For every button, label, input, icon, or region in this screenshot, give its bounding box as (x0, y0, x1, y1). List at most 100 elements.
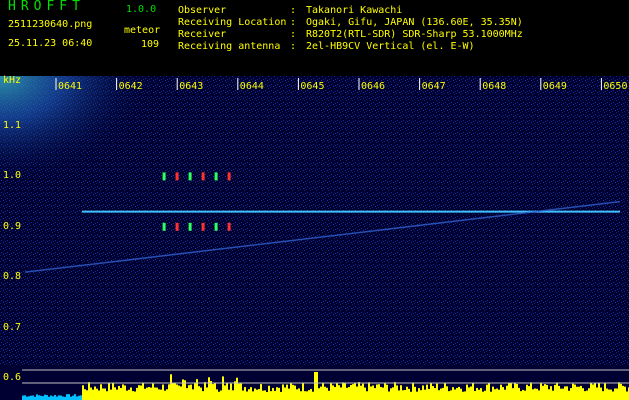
signal-bar (466, 384, 468, 400)
signal-bar (518, 387, 520, 400)
signal-bar (272, 387, 274, 400)
date-time: 25.11.23 06:40 (8, 38, 93, 49)
signal-bar (504, 389, 506, 400)
signal-bar (492, 386, 494, 400)
signal-bar (358, 382, 360, 400)
meteor-echo (227, 172, 231, 181)
signal-bar (484, 390, 486, 400)
signal-bar (116, 389, 118, 400)
signal-bar (300, 391, 302, 400)
signal-bar (292, 384, 294, 400)
signal-bar (604, 383, 606, 400)
signal-bar (524, 390, 526, 400)
signal-bar (50, 395, 52, 400)
signal-bar (84, 389, 86, 400)
signal-bar (234, 381, 236, 400)
meteor-echo (162, 222, 166, 231)
signal-bar (52, 396, 54, 400)
meteor-echo (201, 172, 205, 181)
signal-bar (136, 387, 138, 400)
signal-bar (498, 389, 500, 400)
signal-bar (108, 382, 110, 400)
signal-bar (394, 382, 396, 400)
signal-bar (614, 388, 616, 400)
signal-bar (56, 396, 58, 400)
signal-bar (124, 385, 126, 400)
meteor-echo (162, 172, 166, 181)
signal-bar (406, 386, 408, 400)
signal-bar (120, 387, 122, 400)
signal-bar (392, 387, 394, 400)
receiver-separator: : (290, 29, 297, 40)
signal-bar (62, 396, 64, 400)
signal-bar (326, 387, 328, 400)
signal-bar (36, 394, 38, 400)
signal-bar (438, 390, 440, 400)
signal-bar (430, 382, 432, 400)
signal-bar (494, 389, 496, 400)
signal-bar (158, 389, 160, 400)
location-label: Receiving Location (178, 17, 287, 28)
signal-bar (186, 388, 188, 400)
signal-bar (24, 395, 26, 400)
signal-bar (624, 386, 626, 400)
signal-bar (488, 383, 490, 400)
signal-bar (368, 382, 370, 400)
signal-bar (90, 387, 92, 400)
signal-bar (148, 387, 150, 400)
antenna-label: Receiving antenna (178, 41, 281, 52)
signal-bar (140, 385, 142, 400)
signal-bar (396, 385, 398, 400)
antenna-value: 2el-HB9CV Vertical (el. E-W) (306, 41, 475, 52)
signal-bar (60, 395, 62, 400)
signal-bar (412, 382, 414, 400)
signal-bar (298, 388, 300, 400)
x-tick-label: 0648 (482, 81, 507, 92)
signal-bar (404, 389, 406, 400)
signal-bar (606, 388, 608, 400)
x-tick-label: 0649 (542, 81, 567, 92)
location-separator: : (290, 17, 297, 28)
signal-bar (464, 391, 466, 400)
signal-bar (278, 387, 280, 400)
antenna-separator: : (290, 41, 297, 52)
signal-bar (418, 388, 420, 400)
signal-bar (338, 385, 340, 400)
signal-bar (350, 384, 352, 400)
signal-bar (32, 395, 34, 400)
signal-bar (150, 387, 152, 400)
header-panel: HROFFT 1.0.0 2511230640.png 25.11.23 06:… (0, 0, 629, 76)
signal-bar (346, 387, 348, 400)
signal-bar (364, 387, 366, 400)
signal-bar (356, 386, 358, 400)
signal-bar (316, 372, 318, 400)
signal-bar (188, 385, 190, 400)
signal-bar (452, 387, 454, 400)
x-tick-label: 0646 (361, 81, 386, 92)
signal-bar (590, 382, 592, 400)
signal-bar (538, 390, 540, 400)
signal-bar (608, 389, 610, 400)
signal-bar (70, 396, 72, 400)
signal-bar (330, 383, 332, 400)
signal-bar (204, 382, 206, 400)
signal-bar (58, 395, 60, 400)
observer-label: Observer (178, 5, 227, 16)
file-name: 2511230640.png (8, 19, 93, 30)
signal-bar (306, 391, 308, 400)
signal-bar (214, 383, 216, 400)
signal-bar (448, 391, 450, 400)
noise-burst (0, 76, 160, 186)
signal-bar (78, 395, 80, 400)
signal-bar (318, 388, 320, 400)
signal-bar (476, 387, 478, 400)
signal-bar (386, 384, 388, 400)
signal-bar (296, 389, 298, 400)
signal-bar (378, 384, 380, 400)
signal-bar (164, 390, 166, 400)
signal-bar (138, 385, 140, 400)
signal-bar (42, 396, 44, 400)
signal-bar (616, 388, 618, 400)
signal-bar (434, 388, 436, 400)
signal-bar (414, 386, 416, 400)
